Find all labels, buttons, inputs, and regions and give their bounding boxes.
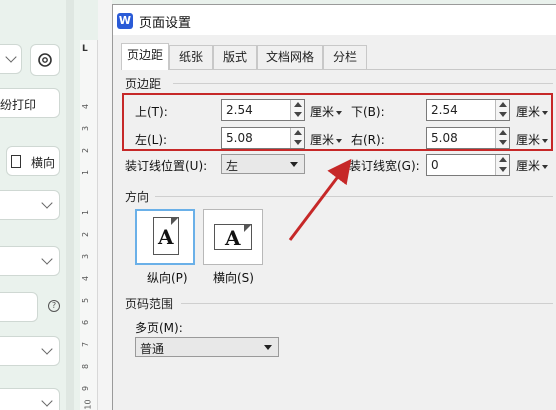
tab-margins[interactable]: 页边距 bbox=[121, 43, 169, 70]
gutter-width-unit[interactable]: 厘米 bbox=[516, 157, 549, 174]
multi-page-select[interactable]: 普通 bbox=[135, 337, 279, 357]
gutter-position-value: 左 bbox=[226, 159, 239, 173]
tab-document-grid[interactable]: 文档网格 bbox=[257, 45, 323, 69]
tab-divider bbox=[121, 69, 556, 70]
gutter-width-value: 0 bbox=[431, 158, 439, 172]
page-setup-dialog: W 页面设置 页边距 纸张 版式 文档网格 分栏 页边距 上(T): 2.54 … bbox=[112, 4, 556, 410]
print-dropdown[interactable]: 纷打印 bbox=[0, 88, 60, 118]
ruler-number: 3 bbox=[81, 253, 91, 260]
chevron-down-icon bbox=[264, 345, 272, 350]
chevron-down-icon bbox=[290, 162, 298, 167]
tab-paper[interactable]: 纸张 bbox=[169, 45, 213, 69]
multi-page-label: 多页(M): bbox=[135, 321, 183, 335]
portrait-page-icon: A bbox=[153, 217, 179, 255]
ruler-number: 6 bbox=[81, 319, 91, 326]
gutter-position-select[interactable]: 左 bbox=[221, 154, 305, 174]
ruler-tab-selector[interactable]: L bbox=[82, 44, 96, 58]
section-separator bbox=[155, 196, 553, 197]
ruler-number: 9 bbox=[81, 385, 91, 392]
gutter-width-label: 装订线宽(G): bbox=[349, 159, 420, 173]
orientation-section-label: 方向 bbox=[125, 190, 150, 204]
gutter-width-spinner[interactable]: 0 bbox=[426, 154, 510, 176]
landscape-option[interactable]: A bbox=[203, 209, 263, 265]
ruler-number: 8 bbox=[81, 363, 91, 370]
page-range-section-label: 页码范围 bbox=[125, 297, 174, 311]
scrollbar[interactable] bbox=[66, 0, 74, 410]
print-label: 纷打印 bbox=[0, 98, 37, 112]
ruler-number: 4 bbox=[81, 103, 91, 110]
multi-page-value: 普通 bbox=[140, 342, 165, 356]
gutter-position-label: 装订线位置(U): bbox=[125, 159, 208, 173]
highlight-box bbox=[122, 93, 553, 151]
portrait-option[interactable]: A bbox=[135, 209, 195, 265]
dropdown-1[interactable] bbox=[0, 190, 60, 220]
landscape-label[interactable]: 横向(S) bbox=[213, 269, 254, 286]
spin-arrows[interactable] bbox=[495, 155, 509, 175]
document-page bbox=[98, 0, 112, 410]
tab-columns[interactable]: 分栏 bbox=[323, 45, 367, 69]
ruler-number: 5 bbox=[81, 297, 91, 304]
help-icon[interactable]: ? bbox=[48, 300, 60, 312]
dropdown-3[interactable] bbox=[0, 336, 60, 366]
ruler-number: 1 bbox=[81, 169, 91, 176]
vertical-ruler: 4 3 2 1 1 2 3 4 5 6 7 8 9 10 bbox=[80, 40, 98, 410]
settings-button[interactable] bbox=[30, 44, 60, 76]
dialog-title: 页面设置 bbox=[139, 16, 192, 31]
ruler-number: 2 bbox=[81, 147, 91, 154]
ruler-number: 1 bbox=[81, 209, 91, 216]
gear-icon bbox=[38, 53, 52, 67]
glyph-a: A bbox=[158, 225, 174, 249]
left-panel: 纷打印 横向 ? bbox=[0, 0, 80, 410]
page-icon bbox=[11, 155, 21, 168]
margins-section-label: 页边距 bbox=[125, 77, 162, 91]
ruler-number: 10 bbox=[83, 399, 93, 410]
section-separator bbox=[173, 83, 553, 84]
dialog-titlebar[interactable]: W 页面设置 bbox=[113, 5, 556, 35]
landscape-page-icon: A bbox=[214, 224, 252, 250]
wps-logo-icon: W bbox=[117, 13, 133, 29]
dropdown-2[interactable] bbox=[0, 246, 60, 276]
portrait-label[interactable]: 纵向(P) bbox=[147, 269, 188, 286]
ruler-number: 3 bbox=[81, 125, 91, 132]
dropdown-4[interactable] bbox=[0, 388, 60, 410]
ruler-number: 2 bbox=[81, 231, 91, 238]
glyph-a: A bbox=[225, 226, 241, 250]
dropdown-stub[interactable] bbox=[0, 44, 22, 74]
landscape-label: 横向 bbox=[31, 156, 56, 170]
landscape-button[interactable]: 横向 bbox=[6, 146, 60, 176]
section-separator bbox=[181, 303, 553, 304]
input-field[interactable] bbox=[0, 292, 38, 322]
ruler-number: 4 bbox=[81, 275, 91, 282]
tab-layout[interactable]: 版式 bbox=[213, 45, 257, 69]
ruler-number: 7 bbox=[81, 341, 91, 348]
